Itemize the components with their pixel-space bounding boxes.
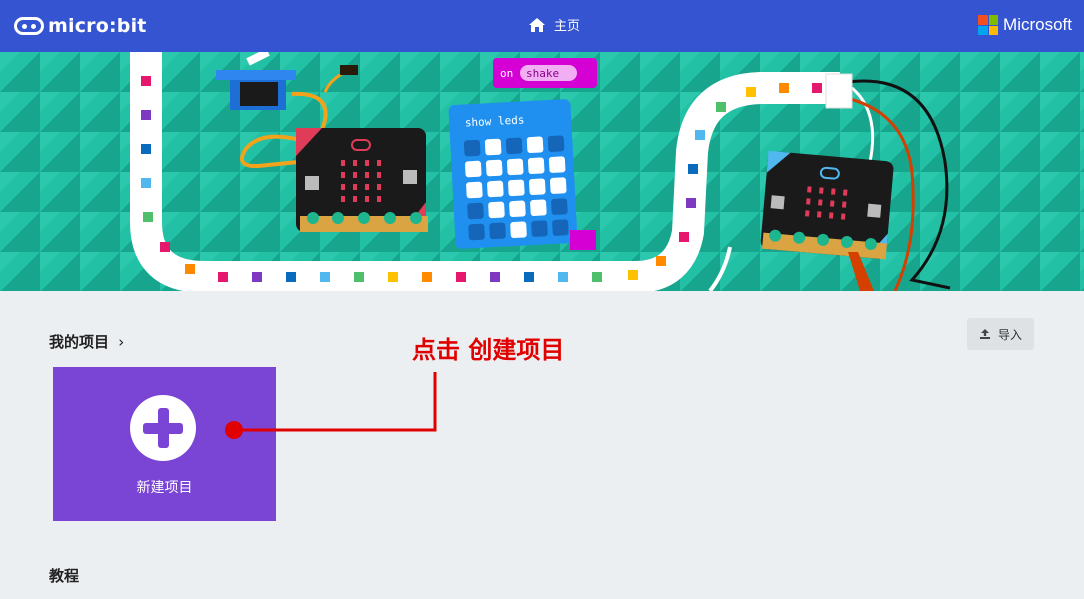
microsoft-label: Microsoft (1003, 15, 1072, 34)
plus-icon (130, 395, 196, 461)
logo-text: micro:bit (48, 15, 147, 37)
home-icon (529, 17, 545, 32)
new-project-card[interactable]: 新建项目 (53, 367, 276, 521)
microbit-board-left (296, 128, 428, 232)
top-bar: micro:bit 主页 Microsoft (0, 0, 1084, 52)
hero-banner: on shake show leds (0, 52, 1084, 291)
my-projects-title: 我的项目 (49, 333, 110, 351)
annotation-text: 点击 创建项目 (412, 336, 565, 364)
new-project-label: 新建项目 (136, 480, 193, 496)
my-projects-header[interactable]: 我的项目 › (49, 331, 124, 352)
import-label: 导入 (997, 327, 1022, 342)
chevron-right-icon: › (118, 333, 125, 351)
microbit-logo[interactable]: micro:bit (14, 12, 147, 40)
import-button[interactable]: 导入 (967, 318, 1034, 350)
upload-icon (979, 329, 990, 339)
home-link[interactable]: 主页 (528, 15, 580, 34)
hero-illustration: on shake show leds (0, 52, 1084, 291)
microsoft-brand[interactable]: Microsoft (978, 15, 1072, 35)
code-event-text: on (500, 67, 513, 80)
microbit-logo-icon (14, 17, 44, 35)
microsoft-logo-icon (978, 15, 999, 35)
code-dropdown-text: shake (526, 67, 559, 80)
tutorials-title: 教程 (49, 567, 80, 585)
home-label: 主页 (554, 19, 581, 34)
